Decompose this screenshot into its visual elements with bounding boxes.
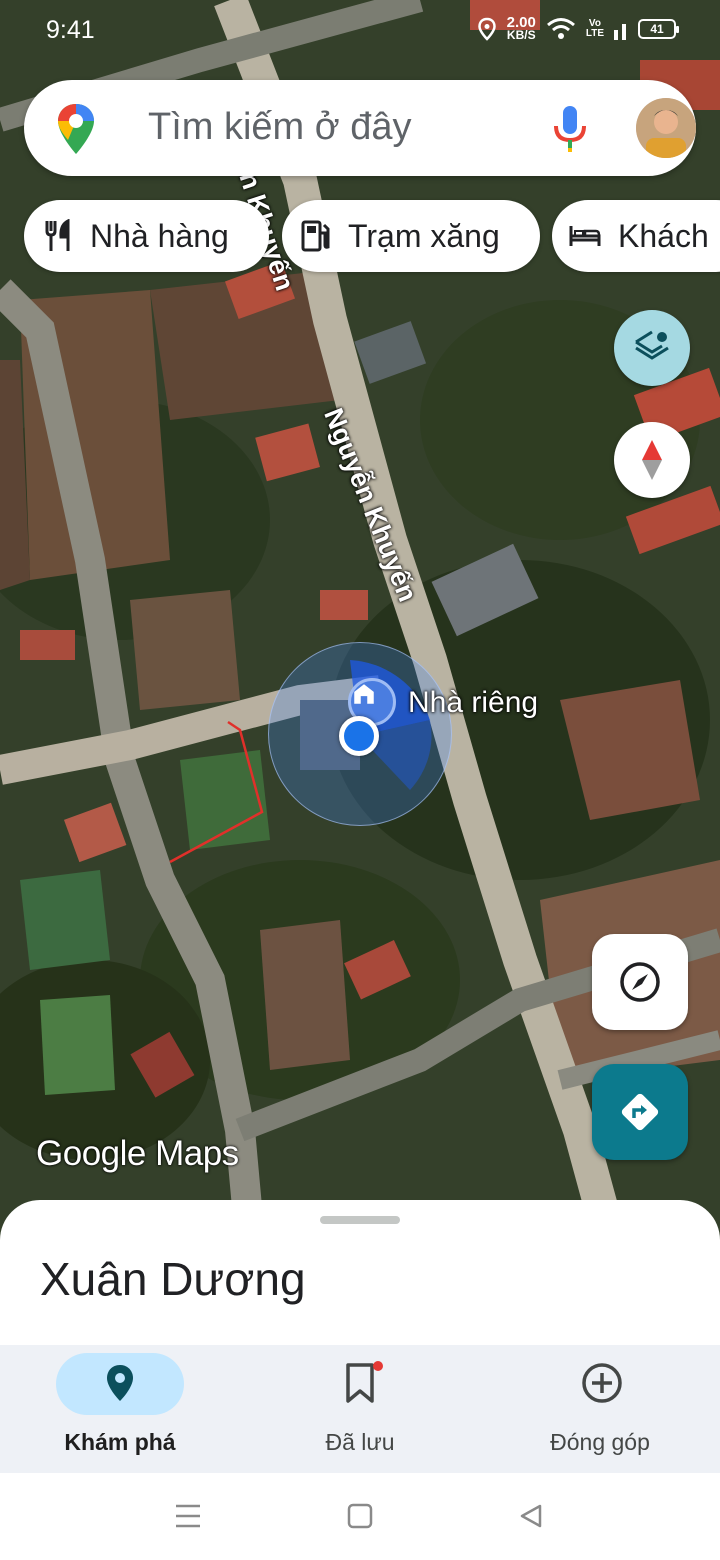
volte-indicator: Vo LTE xyxy=(586,19,604,39)
location-icon xyxy=(477,17,496,41)
restaurant-icon xyxy=(45,219,70,251)
nav-label: Đóng góp xyxy=(550,1429,650,1455)
gas-station-icon xyxy=(301,220,330,252)
layers-button[interactable] xyxy=(614,310,690,386)
layers-icon xyxy=(635,330,669,360)
nav-contribute[interactable]: Đóng góp xyxy=(480,1345,720,1473)
status-bar: 9:41 2.00 KB/S Vo LTE 41 xyxy=(0,0,720,64)
signal-icon xyxy=(614,24,626,40)
recents-icon[interactable] xyxy=(174,1503,202,1529)
search-bar[interactable]: Tìm kiếm ở đây xyxy=(24,80,696,176)
bottom-navigation: Khám phá Đã lưu Đóng góp xyxy=(0,1345,720,1473)
home-label[interactable]: Nhà riêng xyxy=(408,686,538,720)
home-square-icon[interactable] xyxy=(347,1503,373,1529)
status-time: 9:41 xyxy=(46,16,95,44)
nav-label: Đã lưu xyxy=(325,1429,395,1455)
search-input[interactable]: Tìm kiếm ở đây xyxy=(148,106,412,149)
directions-button[interactable] xyxy=(592,1064,688,1160)
directions-icon xyxy=(621,1093,659,1131)
bottom-sheet[interactable]: Xuân Dương xyxy=(0,1200,720,1345)
sheet-drag-handle[interactable] xyxy=(320,1216,400,1224)
navigation-compass-icon xyxy=(620,962,660,1002)
nav-label: Khám phá xyxy=(64,1429,176,1455)
wifi-icon xyxy=(546,18,575,39)
satellite-map[interactable]: n Khuyến Nguyễn Khuyến Nhà riêng Google … xyxy=(0,0,720,1240)
google-maps-pin-icon xyxy=(58,104,94,154)
network-speed-unit: KB/S xyxy=(506,28,536,42)
volte-bottom: LTE xyxy=(585,28,604,39)
chip-hotels[interactable]: Khách xyxy=(552,200,720,272)
compass-needle-icon xyxy=(642,440,662,480)
battery-icon: 41 xyxy=(638,19,679,39)
hotel-bed-icon xyxy=(569,226,601,246)
chip-restaurants[interactable]: Nhà hàng xyxy=(24,200,269,272)
battery-level: 41 xyxy=(650,22,664,36)
nav-saved[interactable]: Đã lưu xyxy=(240,1345,480,1473)
heading-beam xyxy=(350,660,432,790)
back-triangle-icon[interactable] xyxy=(518,1503,544,1529)
compass-button[interactable] xyxy=(614,422,690,498)
chip-label: Trạm xăng xyxy=(348,217,500,254)
mic-icon[interactable] xyxy=(550,104,590,154)
status-icons: 2.00 KB/S Vo LTE 41 xyxy=(477,15,679,42)
nav-explore[interactable]: Khám phá xyxy=(0,1345,240,1473)
add-circle-icon xyxy=(582,1363,622,1403)
chip-gas-stations[interactable]: Trạm xăng xyxy=(282,200,540,272)
chip-label: Khách xyxy=(618,217,709,254)
saved-badge-dot xyxy=(373,1361,383,1371)
network-speed: 2.00 KB/S xyxy=(506,15,536,42)
place-title: Xuân Dương xyxy=(40,1253,306,1305)
home-icon xyxy=(354,684,374,704)
system-navigation-bar xyxy=(0,1473,720,1560)
google-maps-logo: Google Maps xyxy=(36,1134,239,1173)
avatar[interactable] xyxy=(636,98,696,158)
chip-label: Nhà hàng xyxy=(90,217,229,254)
start-navigation-button[interactable] xyxy=(592,934,688,1030)
profile-photo xyxy=(636,98,696,158)
explore-pin-icon xyxy=(107,1365,133,1401)
current-location-dot xyxy=(339,716,379,756)
